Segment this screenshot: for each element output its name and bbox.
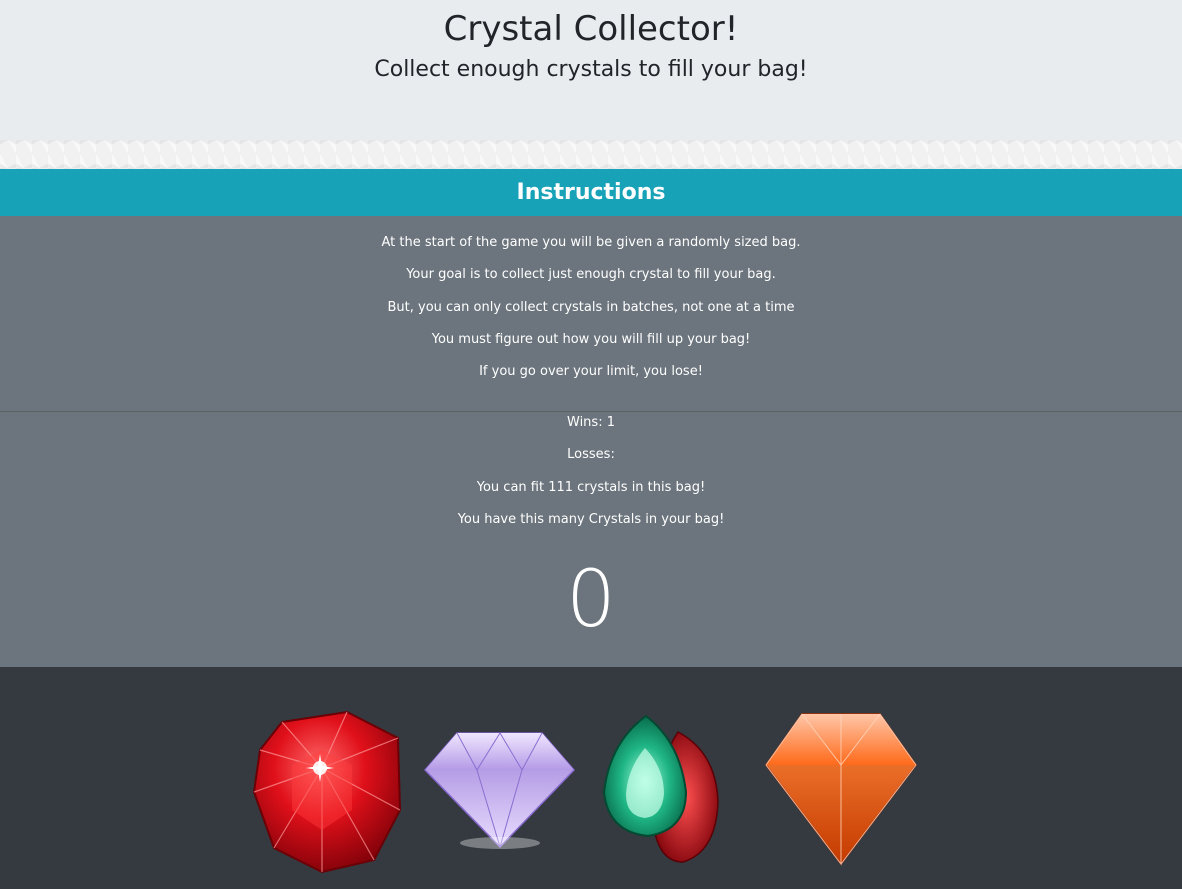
crystal-selection-area (0, 667, 1182, 889)
instruction-line: You must figure out how you will fill up… (431, 332, 751, 347)
current-crystal-total: 0 (566, 555, 616, 645)
wins-counter: Wins: 1 (567, 415, 615, 430)
instruction-line: If you go over your limit, you lose! (479, 364, 703, 379)
red-ruby-icon (252, 710, 402, 874)
green-emerald-icon (602, 714, 719, 863)
green-emerald-crystal[interactable] (598, 712, 740, 867)
instruction-line: But, you can only collect crystals in ba… (387, 300, 795, 315)
stats-panel: Wins: 1 Losses: You can fit 111 crystals… (0, 412, 1182, 667)
instructions-panel: At the start of the game you will be giv… (0, 216, 1182, 412)
decorative-pattern-strip (0, 140, 1182, 169)
instruction-line: Your goal is to collect just enough crys… (406, 267, 776, 282)
bag-capacity-text: You can fit 111 crystals in this bag! (476, 480, 706, 495)
purple-diamond-icon (423, 732, 576, 849)
instruction-line: At the start of the game you will be giv… (381, 235, 801, 250)
instructions-heading: Instructions (0, 169, 1182, 216)
page-subtitle: Collect enough crystals to fill your bag… (374, 57, 808, 82)
orange-topaz-crystal[interactable] (762, 710, 920, 868)
bag-total-label: You have this many Crystals in your bag! (457, 512, 725, 527)
red-ruby-crystal[interactable] (252, 710, 402, 875)
purple-diamond-crystal[interactable] (422, 725, 577, 855)
page-header: Crystal Collector! Collect enough crysta… (0, 0, 1182, 140)
orange-topaz-icon (765, 713, 917, 866)
losses-counter: Losses: (567, 447, 615, 462)
page-title: Crystal Collector! (443, 9, 739, 49)
